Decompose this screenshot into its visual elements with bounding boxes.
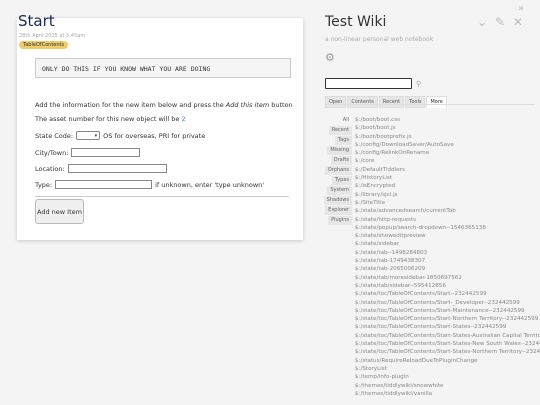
list-item[interactable]: $:/state/toc/TableOfContents/Start-_Deve… (355, 299, 540, 307)
tiddler-list: $:/boot/boot.css $:/boot/boot.js $:/boot/b… (355, 116, 540, 398)
list-item[interactable]: $:/isEncrypted (355, 182, 540, 190)
list-item[interactable]: $:/state/tab-1749438307 (355, 257, 540, 265)
type-label: Type: (35, 180, 53, 189)
list-item[interactable]: $:/themes/tiddlywiki/vanilla (355, 390, 540, 398)
form-divider (35, 196, 289, 197)
list-item[interactable]: $:/state/toc/TableOfContents/Start-State… (355, 332, 540, 340)
list-item[interactable]: $:/boot/boot.js (355, 124, 540, 132)
city-input[interactable] (71, 148, 141, 157)
list-item[interactable]: $:/state/toc/TableOfContents/Start--2324… (355, 290, 540, 298)
list-item[interactable]: $:/config/DownloadSaver/AutoSave (355, 141, 540, 149)
site-title: Test Wiki (325, 14, 387, 30)
subtab-drafts[interactable]: Drafts (330, 156, 352, 165)
search-input[interactable] (325, 78, 412, 89)
edit-icon[interactable]: ✎ (494, 15, 506, 29)
state-row: State Code: ▾ OS for overseas, PRI for p… (35, 131, 205, 140)
list-item[interactable]: $:/state/tab-2065006209 (355, 265, 540, 273)
tiddler-title: Start (18, 12, 55, 30)
subtab-all[interactable]: All (339, 116, 352, 125)
tab-contents[interactable]: Contents (347, 96, 378, 108)
list-item[interactable]: $:/library/sjcl.js (355, 191, 540, 199)
state-code-select[interactable]: ▾ (76, 131, 101, 140)
sidebar-toggle-button[interactable]: » (518, 3, 524, 14)
instructions-emphasis: Add this item (225, 101, 270, 109)
list-item[interactable]: $:/state/http-requests (355, 216, 540, 224)
city-label: City/Town: (35, 148, 69, 157)
list-item[interactable]: $:/SiteTitle (355, 199, 540, 207)
list-item[interactable]: $:/state/tab/moresidebar-1850697562 (355, 274, 540, 282)
list-item[interactable]: $:/config/RelinkOnRename (355, 149, 540, 157)
list-item[interactable]: $:/boot/bootprefix.js (355, 133, 540, 141)
list-item[interactable]: $:/state/toc/TableOfContents/Start-State… (355, 323, 540, 331)
close-icon[interactable]: ✕ (512, 15, 524, 29)
subtab-types[interactable]: Types (331, 176, 352, 185)
list-item[interactable]: $:/status/RequireReloadDueToPluginChange (355, 357, 540, 365)
type-input[interactable] (55, 180, 153, 189)
location-input[interactable] (67, 164, 167, 173)
state-hint: OS for overseas, PRI for private (103, 131, 206, 140)
location-label: Location: (35, 164, 65, 173)
subtab-recent[interactable]: Recent (328, 126, 352, 135)
list-item[interactable]: $:/boot/boot.css (355, 116, 540, 124)
list-item[interactable]: $:/state/toc/TableOfContents/Start-State… (355, 348, 540, 356)
location-row: Location: (35, 164, 167, 173)
chevron-down-icon[interactable]: ⌄ (476, 15, 488, 29)
list-item[interactable]: $:/DefaultTiddlers (355, 166, 540, 174)
list-item[interactable]: $:/state/popup/search-dropdown--15463651… (355, 224, 540, 232)
list-item[interactable]: $:/state/toc/TableOfContents/Start-North… (355, 315, 540, 323)
list-item[interactable]: $:/state/tab--1498284803 (355, 249, 540, 257)
search-area: ⚲ (325, 78, 421, 89)
list-item[interactable]: $:/state/toc/TableOfContents/Start-State… (355, 340, 540, 348)
list-item[interactable]: $:/temp/info-plugin (355, 373, 540, 381)
add-new-item-button[interactable]: Add new Item (35, 199, 84, 224)
list-item[interactable]: $:/state/tab/sidebar--595412856 (355, 282, 540, 290)
asset-number-text: The asset number for this new object wil… (35, 115, 186, 123)
more-subtabs: All Recent Tags Missing Drafts Orphans Types Sy… (323, 116, 352, 226)
gear-icon[interactable]: ⚙ (325, 51, 335, 64)
list-item[interactable]: $:/themes/tiddlywiki/snowwhite (355, 382, 540, 390)
instructions-suffix: button (269, 101, 293, 109)
subtab-system[interactable]: System (327, 186, 352, 195)
subtab-missing[interactable]: Missing (327, 146, 352, 155)
search-icon[interactable]: ⚲ (416, 80, 421, 88)
tab-recent[interactable]: Recent (378, 96, 405, 108)
list-item[interactable]: $:/HistoryList (355, 174, 540, 182)
tab-more[interactable]: More (426, 96, 447, 108)
tag-pill[interactable]: TableOfContents (19, 41, 69, 49)
subtab-explorer[interactable]: Explorer (325, 206, 352, 215)
subtab-shadows[interactable]: Shadows (323, 196, 352, 205)
subtab-plugins[interactable]: Plugins (328, 216, 352, 225)
asset-number-link[interactable]: 2 (181, 115, 185, 123)
asset-prefix: The asset number for this new object wil… (35, 115, 182, 123)
list-item[interactable]: $:/state/advancedsearch/currentTab (355, 207, 540, 215)
type-row: Type: if unknown, enter 'type unknown' (35, 180, 264, 189)
sidebar-tabs: Open Contents Recent Tools More (325, 96, 447, 108)
tab-open[interactable]: Open (325, 96, 347, 108)
list-item[interactable]: $:/state/toc/TableOfContents/Start-Maint… (355, 307, 540, 315)
site-subtitle: a non-linear personal web notebook (325, 36, 434, 43)
list-item[interactable]: $:/state/showeditpreview (355, 232, 540, 240)
list-item[interactable]: $:/StoryList (355, 365, 540, 373)
state-label: State Code: (35, 131, 74, 140)
city-row: City/Town: (35, 148, 141, 157)
tabs-divider (325, 104, 535, 105)
warning-code-block: ONLY DO THIS IF YOU KNOW WHAT YOU ARE DO… (35, 58, 291, 78)
list-item[interactable]: $:/state/sidebar (355, 240, 540, 248)
subtab-tags[interactable]: Tags (334, 136, 352, 145)
tiddler-controls: ⌄ ✎ ✕ (476, 15, 524, 29)
instructions-text: Add the information for the new item bel… (35, 101, 293, 109)
list-item[interactable]: $:/core (355, 157, 540, 165)
tab-tools[interactable]: Tools (405, 96, 426, 108)
subtab-orphans[interactable]: Orphans (324, 166, 352, 175)
tiddler-subtitle: 28th April 2025 at 5:45am (19, 33, 86, 39)
type-hint: if unknown, enter 'type unknown' (155, 180, 265, 189)
instructions-prefix: Add the information for the new item bel… (35, 101, 226, 109)
